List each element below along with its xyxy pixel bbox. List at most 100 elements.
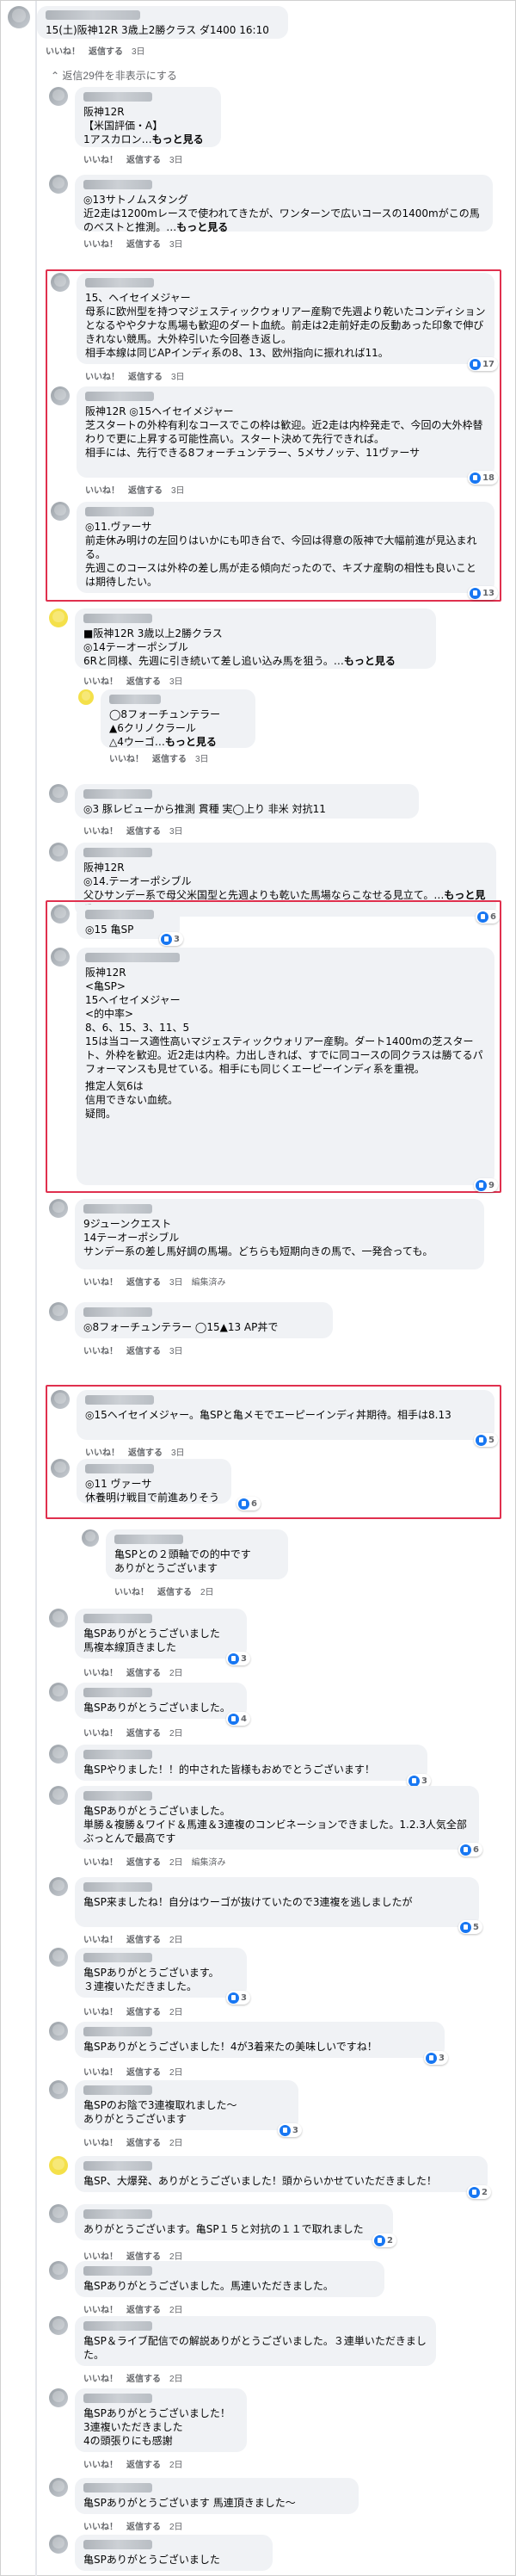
user-name[interactable] [83,2085,152,2095]
avatar[interactable] [82,1529,99,1547]
user-name[interactable] [85,507,154,516]
user-name[interactable] [83,1688,152,1697]
avatar[interactable] [49,2204,68,2223]
see-more-link[interactable]: もっと見る [165,736,217,748]
like-link[interactable]: いいね！ [83,827,118,837]
avatar[interactable] [51,273,70,292]
user-name[interactable] [83,180,152,189]
user-name[interactable] [83,1614,152,1623]
user-name[interactable] [83,1750,152,1759]
reaction-count[interactable]: 5 [458,1920,482,1934]
avatar[interactable] [51,948,70,967]
user-name[interactable] [114,1535,183,1544]
reaction-count[interactable]: 2 [372,2233,396,2247]
user-name[interactable] [83,2483,152,2493]
avatar[interactable] [49,608,68,627]
reaction-count[interactable]: 6 [458,1843,482,1856]
user-name[interactable] [83,2266,152,2276]
like-link[interactable]: いいね！ [83,2523,118,2532]
reaction-count[interactable]: 3 [424,2051,448,2065]
like-link[interactable]: いいね！ [46,47,80,57]
avatar[interactable] [51,1459,70,1478]
reaction-count[interactable]: 13 [468,586,498,600]
like-link[interactable]: いいね！ [83,1936,118,1945]
avatar[interactable] [51,905,70,924]
avatar[interactable] [49,1302,68,1321]
reaction-count[interactable]: 17 [468,357,498,371]
user-name[interactable] [83,789,152,799]
user-name[interactable] [85,392,154,401]
reply-link[interactable]: 返信する [126,240,161,250]
reply-link[interactable]: 返信する [126,2461,161,2470]
like-link[interactable]: いいね！ [83,1278,118,1288]
avatar[interactable] [51,1390,70,1409]
avatar[interactable] [8,6,30,28]
reply-link[interactable]: 返信する [126,2008,161,2017]
user-name[interactable] [46,10,140,20]
reaction-count[interactable]: 3 [159,932,183,946]
avatar[interactable] [49,2261,68,2280]
reply-link[interactable]: 返信する [126,827,161,837]
reaction-count[interactable]: 9 [474,1178,498,1192]
user-name[interactable] [85,1395,154,1405]
like-link[interactable]: いいね！ [83,2008,118,2017]
like-link[interactable]: いいね！ [83,2306,118,2315]
user-name[interactable] [83,614,152,623]
reply-link[interactable]: 返信する [128,486,163,496]
hide-replies-link[interactable]: ⌃ 返信29件を非表示にする [51,68,177,83]
avatar[interactable] [49,1683,68,1702]
user-name[interactable] [83,1204,152,1214]
avatar[interactable] [78,689,94,705]
avatar[interactable] [49,2080,68,2099]
reaction-count[interactable]: 6 [236,1497,261,1510]
reply-link[interactable]: 返信する [126,2523,161,2532]
like-link[interactable]: いいね！ [83,156,118,165]
like-link[interactable]: いいね！ [85,373,120,382]
avatar[interactable] [51,386,70,405]
user-name[interactable] [85,1464,154,1473]
see-more-link[interactable]: もっと見る [176,221,228,233]
user-name[interactable] [83,2321,152,2331]
reaction-count[interactable]: 3 [226,1652,250,1665]
see-more-link[interactable]: もっと見る [344,655,396,667]
avatar[interactable] [49,2478,68,2497]
user-name[interactable] [85,278,154,287]
like-link[interactable]: いいね！ [85,486,120,496]
avatar[interactable] [49,2388,68,2407]
reply-link[interactable]: 返信する [126,2306,161,2315]
like-link[interactable]: いいね！ [83,2139,118,2148]
reply-link[interactable]: 返信する [126,1669,161,1678]
reply-link[interactable]: 返信する [89,47,123,57]
like-link[interactable]: いいね！ [109,755,144,764]
like-link[interactable]: いいね！ [83,1729,118,1739]
reaction-count[interactable]: 18 [468,471,498,485]
user-name[interactable] [83,2540,152,2549]
see-more-link[interactable]: もっと見る [152,133,204,145]
user-name[interactable] [83,2394,152,2403]
reply-link[interactable]: 返信する [126,1858,161,1868]
like-link[interactable]: いいね！ [83,240,118,250]
user-name[interactable] [85,953,180,962]
reply-link[interactable]: 返信する [126,2375,161,2384]
user-name[interactable] [83,1953,152,1962]
reaction-count[interactable]: 3 [278,2123,302,2137]
user-name[interactable] [83,2161,152,2171]
reply-link[interactable]: 返信する [128,1449,163,1458]
user-name[interactable] [83,2027,152,2036]
user-name[interactable] [85,910,154,919]
avatar[interactable] [49,175,68,194]
like-link[interactable]: いいね！ [83,2068,118,2078]
reaction-count[interactable]: 2 [467,2185,491,2199]
reply-link[interactable]: 返信する [126,1278,161,1288]
user-name[interactable] [83,1882,152,1892]
reply-link[interactable]: 返信する [126,2139,161,2148]
avatar[interactable] [49,1745,68,1764]
avatar[interactable] [49,1786,68,1805]
reply-link[interactable]: 返信する [126,156,161,165]
avatar[interactable] [49,1948,68,1967]
avatar[interactable] [49,1877,68,1896]
like-link[interactable]: いいね！ [114,1588,149,1597]
reply-link[interactable]: 返信する [126,1729,161,1739]
reply-link[interactable]: 返信する [157,1588,192,1597]
avatar[interactable] [49,1609,68,1628]
